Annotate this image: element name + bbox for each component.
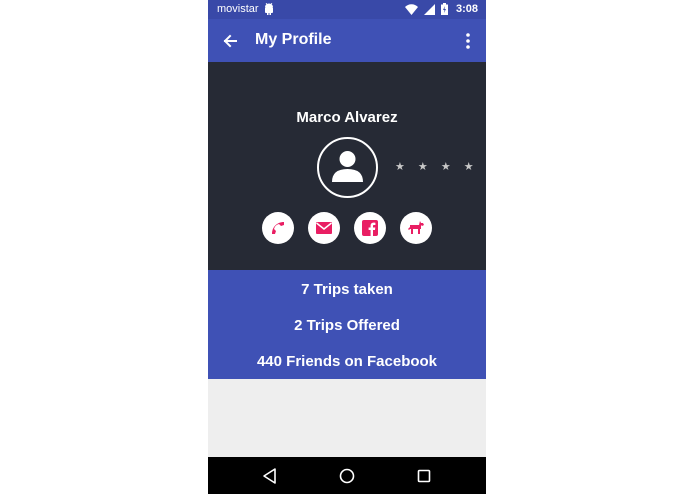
facebook-friends: 440 Friends on Facebook [256,353,438,370]
recents-square-icon[interactable] [414,466,434,486]
avatar [317,137,378,198]
app-bar: My Profile [208,19,486,62]
home-circle-icon[interactable] [337,466,357,486]
signal-icon [424,3,435,15]
battery-icon [441,3,448,15]
android-icon [265,3,273,15]
rating-stars: ★ ★ ★ ★ [395,161,479,173]
more-vert-icon[interactable] [460,31,476,51]
facebook-icon [362,220,378,236]
trips-taken: 7 Trips taken [301,281,393,298]
pet-button[interactable] [400,212,432,244]
status-bar: movistar 3:08 [208,0,486,19]
person-icon [332,151,363,182]
trips-offered: 2 Trips Offered [294,317,400,334]
arrow-back-icon[interactable] [220,31,240,51]
carrier-label: movistar [217,3,259,15]
profile-header: Marco Alvarez ★ ★ ★ ★ [208,62,486,270]
contact-buttons [262,212,432,244]
page-title: My Profile [255,31,332,48]
wifi-icon [405,3,418,15]
system-nav-bar [208,457,486,494]
phone-icon [272,222,284,234]
facebook-button[interactable] [354,212,386,244]
clock: 3:08 [455,3,478,15]
dog-icon [408,221,424,234]
phone-screen: movistar 3:08 My Profile Marco Alvarez ★… [208,0,486,494]
phone-button[interactable] [262,212,294,244]
mail-icon [316,222,332,234]
profile-name: Marco Alvarez [296,109,398,126]
stats-panel: 7 Trips taken 2 Trips Offered 440 Friend… [208,270,486,379]
back-triangle-icon[interactable] [260,466,280,486]
email-button[interactable] [308,212,340,244]
